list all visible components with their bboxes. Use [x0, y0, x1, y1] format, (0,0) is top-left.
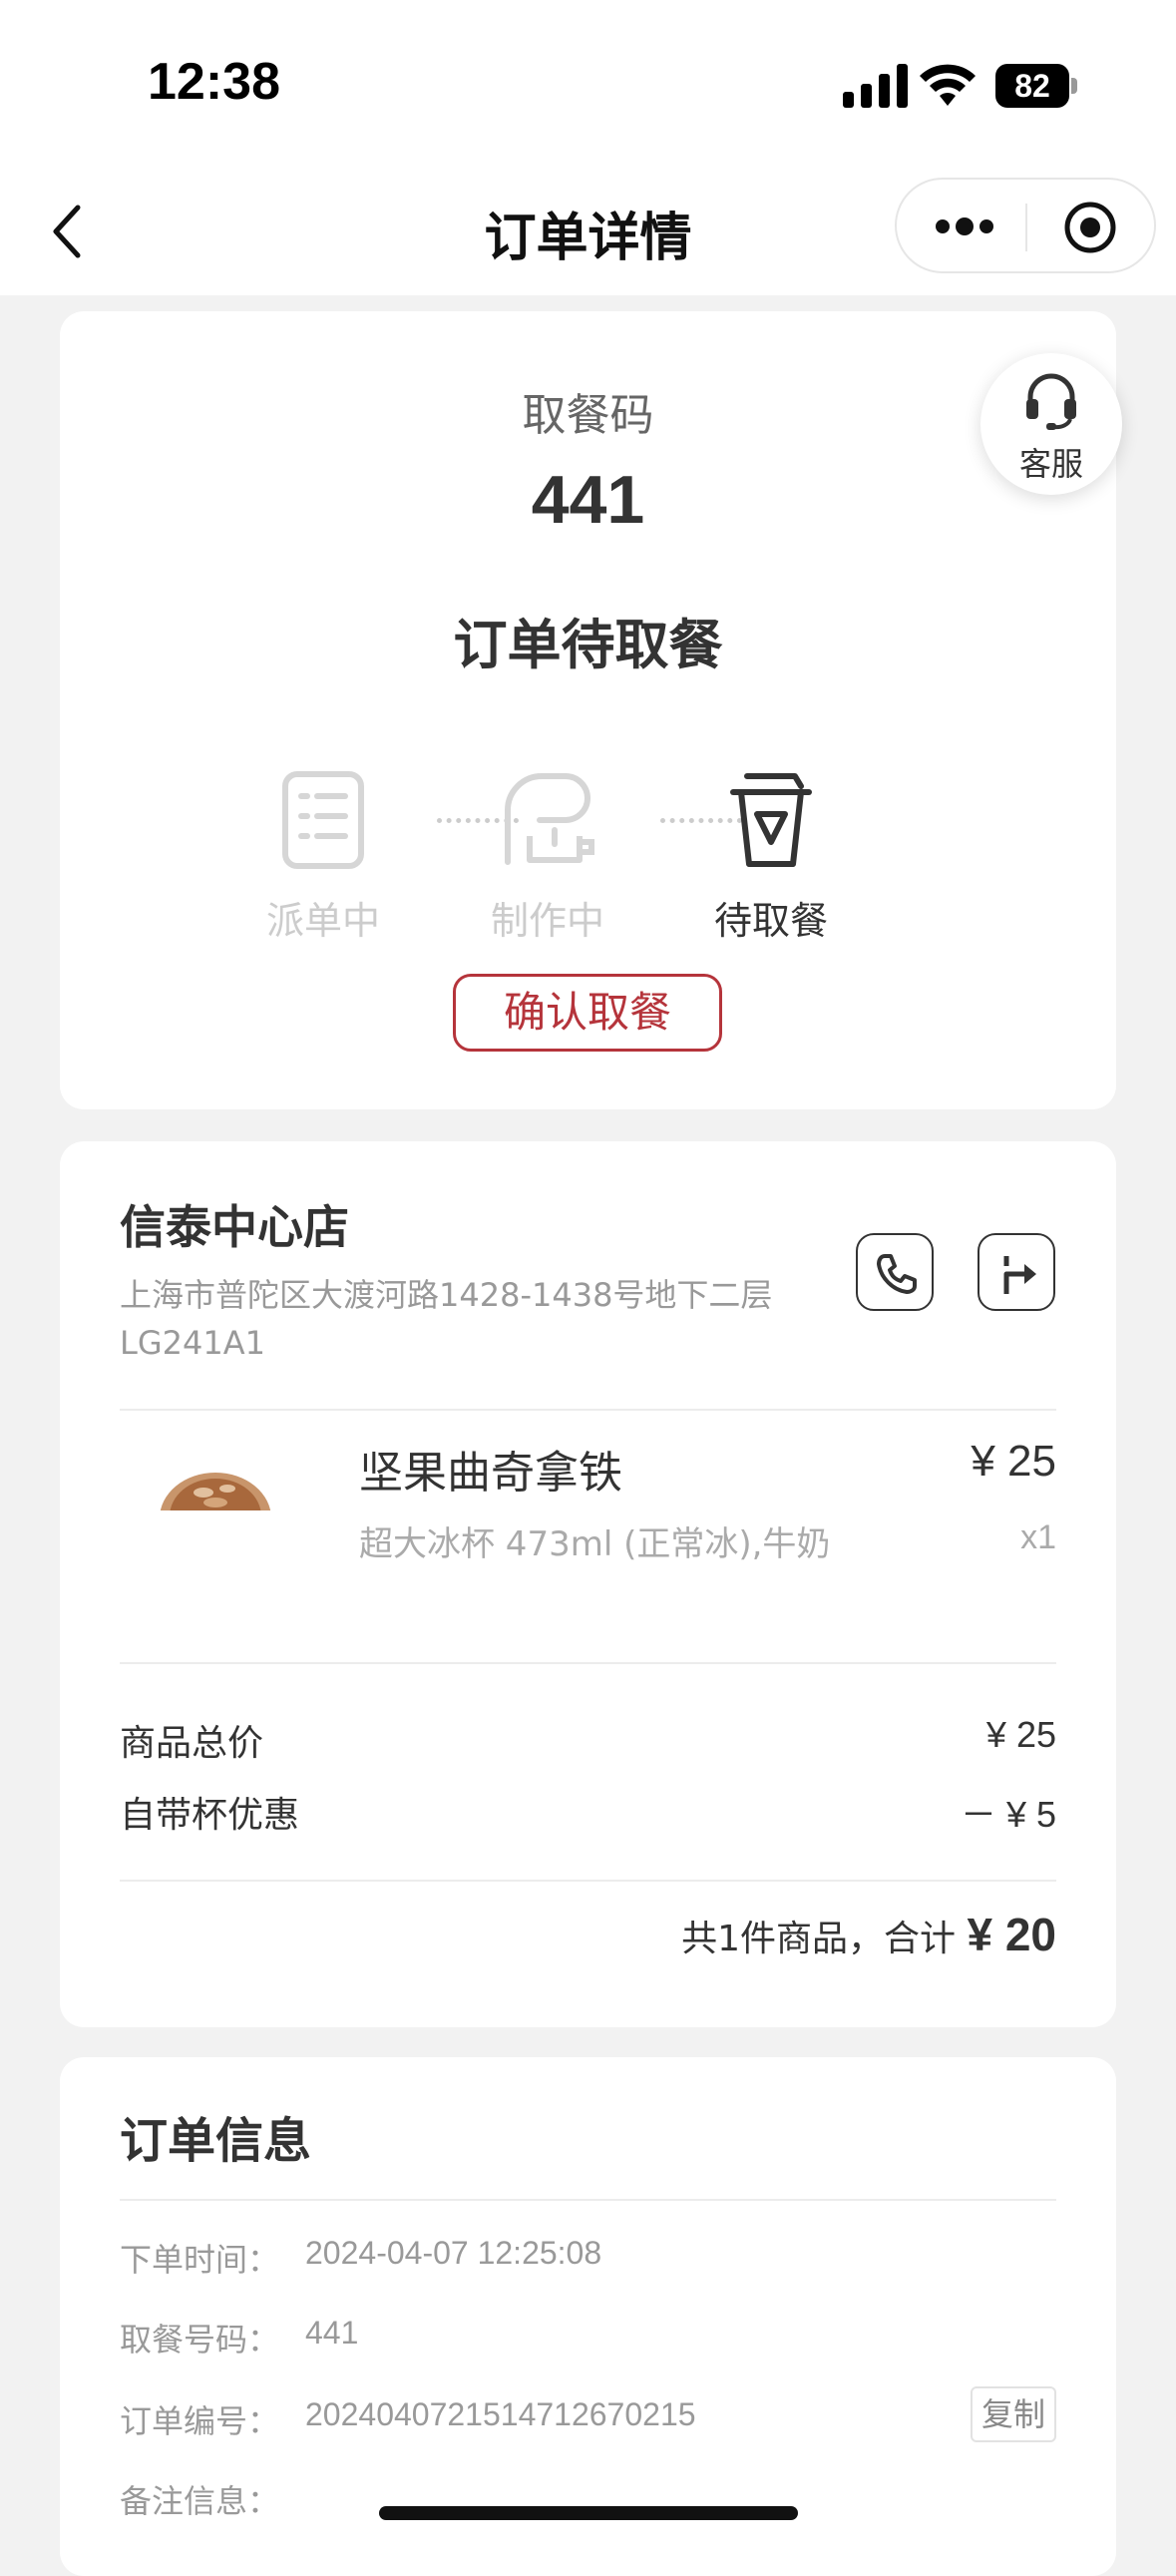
- wifi-icon: [920, 64, 976, 106]
- product-price: ¥ 25: [971, 1437, 1056, 1486]
- copy-order-number-button[interactable]: 复制: [971, 2386, 1056, 2442]
- order-number-row: 订单编号： 20240407215147126702​15 复制: [120, 2386, 1056, 2456]
- home-indicator[interactable]: [379, 2506, 798, 2520]
- battery-indicator: 82: [995, 64, 1077, 108]
- confirm-pickup-button[interactable]: 确认取餐: [453, 974, 722, 1052]
- step-label: 制作中: [490, 899, 604, 943]
- order-info-title: 订单信息: [120, 2113, 312, 2169]
- total-amount: ¥ 20: [967, 1909, 1056, 1960]
- document-list-icon: [282, 771, 364, 869]
- customer-service-label: 客服: [1018, 445, 1083, 483]
- subtotal-label: 商品总价: [120, 1723, 264, 1764]
- store-name: 信泰中心店: [120, 1200, 349, 1254]
- order-status: 订单待取餐: [453, 614, 723, 676]
- order-time-row: 下单时间： 2024-04-07 12:25:08: [120, 2235, 1056, 2295]
- navigate-to-store-button[interactable]: [978, 1233, 1055, 1311]
- step-label: 待取餐: [713, 899, 828, 943]
- divider: [120, 1662, 1056, 1664]
- mini-program-capsule: [895, 178, 1156, 273]
- coffee-machine-icon: [505, 773, 594, 865]
- product-quantity: x1: [1020, 1518, 1056, 1556]
- order-time-value: 2024-04-07 12:25:08: [305, 2235, 602, 2271]
- cellular-signal-icon: [843, 64, 908, 108]
- divider: [120, 2199, 1056, 2201]
- product-name: 坚果曲奇拿铁: [359, 1448, 622, 1499]
- pickup-number-value: 441: [305, 2315, 359, 2351]
- divider: [120, 1880, 1056, 1882]
- order-time-label: 下单时间：: [120, 2241, 280, 2279]
- status-bar: 12:38 82: [0, 0, 1176, 170]
- pickup-number-row: 取餐号码： 441: [120, 2315, 1056, 2374]
- order-total: 共1件商品，合计 ¥ 20: [681, 1908, 1056, 1961]
- remark-label: 备注信息：: [120, 2482, 280, 2520]
- pickup-code: 441: [531, 462, 645, 538]
- order-info-card: 订单信息 下单时间： 2024-04-07 12:25:08 取餐号码： 441…: [60, 2057, 1116, 2576]
- step-label: 派单中: [265, 899, 380, 943]
- close-mini-program-icon[interactable]: [1062, 200, 1118, 255]
- navigation-bar: 订单详情: [0, 170, 1176, 295]
- status-time: 12:38: [148, 53, 280, 111]
- order-number-label: 订单编号：: [120, 2402, 280, 2440]
- call-store-button[interactable]: [856, 1233, 934, 1311]
- subtotal-value: ¥ 25: [985, 1714, 1056, 1755]
- takeaway-cup-icon: [730, 773, 812, 867]
- total-prefix: 共1件商品，合计: [681, 1919, 968, 1959]
- phone-icon: [877, 1254, 917, 1294]
- battery-cap: [1071, 78, 1077, 94]
- directions-icon: [1003, 1256, 1036, 1294]
- capsule-divider: [1025, 204, 1027, 251]
- product-spec: 超大冰杯 473ml (正常冰),牛奶: [359, 1524, 831, 1564]
- pickup-code-label: 取餐码: [522, 390, 654, 441]
- latte-thumbnail: [160, 1473, 271, 1510]
- store-address: 上海市普陀区大渡河路1428-1438号地下二层LG241A1: [120, 1276, 773, 1362]
- product-image: [156, 1459, 275, 1510]
- customer-service-button[interactable]: 客服: [980, 353, 1122, 495]
- discount-value: － ¥ 5: [960, 1794, 1056, 1835]
- headset-icon: [1026, 373, 1076, 430]
- discount-label: 自带杯优惠: [120, 1795, 300, 1836]
- pickup-card: 取餐码 441 订单待取餐 派单中 制作中 待取餐 确认取餐: [60, 311, 1116, 1109]
- pickup-number-label: 取餐号码：: [120, 2321, 280, 2359]
- battery-level: 82: [1014, 68, 1050, 104]
- order-items-card: 信泰中心店 上海市普陀区大渡河路1428-1438号地下二层LG241A1 坚果…: [60, 1141, 1116, 2027]
- more-options-icon[interactable]: [935, 215, 994, 237]
- divider: [120, 1409, 1056, 1411]
- order-number-value: 20240407215147126702​15: [305, 2396, 696, 2432]
